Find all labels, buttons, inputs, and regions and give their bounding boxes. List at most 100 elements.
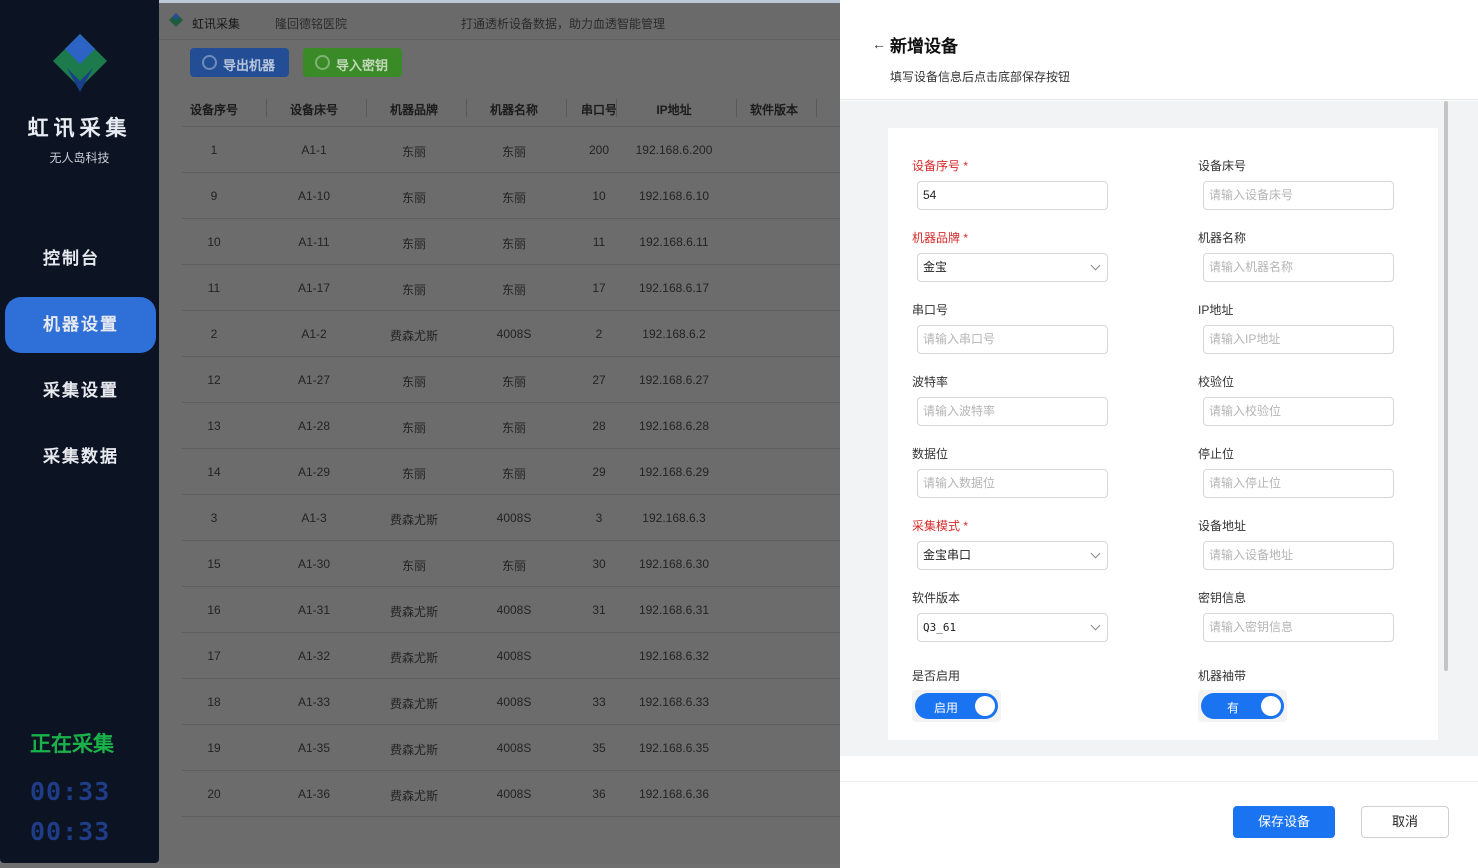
version-select[interactable]: Q3_61	[917, 613, 1108, 642]
cell-seq: 10	[207, 235, 221, 249]
cell-brand: 东丽	[401, 375, 426, 389]
table-row[interactable]: 1 A1-1 东丽 东丽 200 192.168.6.200	[182, 127, 840, 173]
col-header-brand[interactable]: 机器品牌	[382, 101, 446, 118]
cell-seq: 20	[207, 787, 221, 801]
databits-input[interactable]: 请输入数据位	[917, 469, 1108, 498]
cell-brand: 费森尤斯	[389, 743, 438, 757]
machine-name-input[interactable]: 请输入机器名称	[1203, 253, 1394, 282]
cuff-toggle-wrap: 有	[1198, 690, 1287, 722]
cell-port: 33	[592, 695, 606, 709]
cell-seq: 19	[207, 741, 221, 755]
parity-input[interactable]: 请输入校验位	[1203, 397, 1394, 426]
cell-brand: 东丽	[401, 467, 426, 481]
enabled-toggle-label: 启用	[934, 701, 959, 715]
table-row[interactable]: 16 A1-31 费森尤斯 4008S 31 192.168.6.31	[182, 587, 840, 633]
column-divider	[466, 99, 467, 117]
cell-port: 27	[592, 373, 606, 387]
import-key-button[interactable]: 导入密钥	[303, 48, 402, 77]
cell-port: 35	[592, 741, 606, 755]
col-header-ip[interactable]: IP地址	[642, 101, 706, 118]
cuff-label: 机器袖带	[1198, 669, 1247, 683]
column-divider	[616, 99, 617, 117]
table-row[interactable]: 19 A1-35 费森尤斯 4008S 35 192.168.6.35	[182, 725, 840, 771]
timer-display-1: 00:33	[30, 777, 111, 806]
cell-port: 200	[588, 143, 610, 157]
cell-ip: 192.168.6.11	[639, 235, 709, 249]
col-header-version[interactable]: 软件版本	[742, 101, 806, 118]
cell-bed: A1-11	[298, 235, 330, 249]
version-select-value: Q3_61	[923, 621, 957, 634]
table-row[interactable]: 15 A1-30 东丽 东丽 30 192.168.6.30	[182, 541, 840, 587]
table-row[interactable]: 18 A1-33 费森尤斯 4008S 33 192.168.6.33	[182, 679, 840, 725]
col-header-name[interactable]: 机器名称	[482, 101, 546, 118]
nav-item-collect-settings[interactable]: 采集设置	[5, 363, 156, 419]
cell-name: 东丽	[501, 237, 526, 251]
table-row[interactable]: 20 A1-36 费森尤斯 4008S 36 192.168.6.36	[182, 771, 840, 817]
cell-port: 10	[592, 189, 606, 203]
table-row[interactable]: 13 A1-28 东丽 东丽 28 192.168.6.28	[182, 403, 840, 449]
machine-table: 设备序号 设备床号 机器品牌 机器名称 串口号 IP地址 软件版本 1 A1-1 东…	[182, 90, 840, 817]
table-row[interactable]: 2 A1-2 费森尤斯 4008S 2 192.168.6.2	[182, 311, 840, 357]
bed-input[interactable]: 请输入设备床号	[1203, 181, 1394, 210]
cell-ip: 192.168.6.27	[638, 373, 710, 387]
top-bar: 虹讯采集 隆回德铭医院 打通透析设备数据，助力血透智能管理	[159, 3, 840, 40]
table-row[interactable]: 3 A1-3 费森尤斯 4008S 3 192.168.6.3	[182, 495, 840, 541]
app-logo	[53, 34, 107, 92]
cell-ip: 192.168.6.30	[638, 557, 710, 571]
nav-item-collect-data[interactable]: 采集数据	[5, 429, 156, 485]
mode-select[interactable]: 金宝串口	[917, 541, 1108, 570]
drawer-subtitle: 填写设备信息后点击底部保存按钮	[890, 70, 1071, 84]
nav-item-machine-settings[interactable]: 机器设置	[5, 297, 156, 353]
col-header-bed[interactable]: 设备床号	[282, 101, 346, 118]
cancel-button[interactable]: 取消	[1361, 806, 1449, 838]
nav-item-console[interactable]: 控制台	[5, 231, 156, 287]
export-machines-button[interactable]: 导出机器	[190, 48, 289, 77]
cell-seq: 13	[207, 419, 221, 433]
cell-ip: 192.168.6.33	[638, 695, 710, 709]
cell-ip: 192.168.6.200	[635, 143, 713, 157]
cell-brand: 东丽	[401, 283, 426, 297]
cell-bed: A1-10	[297, 189, 331, 203]
chevron-down-icon	[1090, 548, 1101, 559]
cell-brand: 费森尤斯	[389, 605, 438, 619]
cell-port: 3	[595, 511, 603, 525]
timer-display-2: 00:33	[30, 817, 111, 846]
table-row[interactable]: 9 A1-10 东丽 东丽 10 192.168.6.10	[182, 173, 840, 219]
table-row[interactable]: 10 A1-11 东丽 东丽 11 192.168.6.11	[182, 219, 840, 265]
drawer-scrollbar[interactable]	[1444, 101, 1448, 671]
cell-brand: 费森尤斯	[389, 789, 438, 803]
main-content: 虹讯采集 隆回德铭医院 打通透析设备数据，助力血透智能管理 导出机器 导入密钥 …	[159, 3, 840, 864]
col-header-port[interactable]: 串口号	[569, 101, 629, 118]
baud-input[interactable]: 请输入波特率	[917, 397, 1108, 426]
cell-bed: A1-31	[297, 603, 331, 617]
column-divider	[736, 99, 737, 117]
cell-bed: A1-17	[297, 281, 331, 295]
address-input[interactable]: 请输入设备地址	[1203, 541, 1394, 570]
brand-select[interactable]: 金宝	[917, 253, 1108, 282]
cell-ip: 192.168.6.28	[638, 419, 710, 433]
table-row[interactable]: 17 A1-32 费森尤斯 4008S 192.168.6.32	[182, 633, 840, 679]
key-input[interactable]: 请输入密钥信息	[1203, 613, 1394, 642]
ip-input[interactable]: 请输入IP地址	[1203, 325, 1394, 354]
cell-seq: 16	[207, 603, 221, 617]
col-header-seq[interactable]: 设备序号	[182, 101, 246, 118]
cell-name: 东丽	[501, 145, 526, 159]
table-row[interactable]: 12 A1-27 东丽 东丽 27 192.168.6.27	[182, 357, 840, 403]
cell-brand: 东丽	[401, 145, 426, 159]
port-input[interactable]: 请输入串口号	[917, 325, 1108, 354]
cell-bed: A1-30	[297, 557, 331, 571]
back-arrow-icon[interactable]: ←	[872, 36, 886, 52]
cell-name: 4008S	[496, 603, 532, 617]
seq-input[interactable]: 54	[917, 181, 1108, 210]
stopbits-input[interactable]: 请输入停止位	[1203, 469, 1394, 498]
enabled-toggle[interactable]: 启用	[915, 693, 998, 719]
cuff-toggle[interactable]: 有	[1201, 693, 1284, 719]
version-label: 软件版本	[912, 591, 961, 605]
mode-select-value: 金宝串口	[923, 548, 972, 562]
table-row[interactable]: 11 A1-17 东丽 东丽 17 192.168.6.17	[182, 265, 840, 311]
cell-brand: 东丽	[401, 237, 426, 251]
cell-brand: 东丽	[401, 421, 426, 435]
table-row[interactable]: 14 A1-29 东丽 东丽 29 192.168.6.29	[182, 449, 840, 495]
save-device-button[interactable]: 保存设备	[1233, 806, 1335, 838]
hospital-name: 隆回德铭医院	[275, 17, 348, 31]
